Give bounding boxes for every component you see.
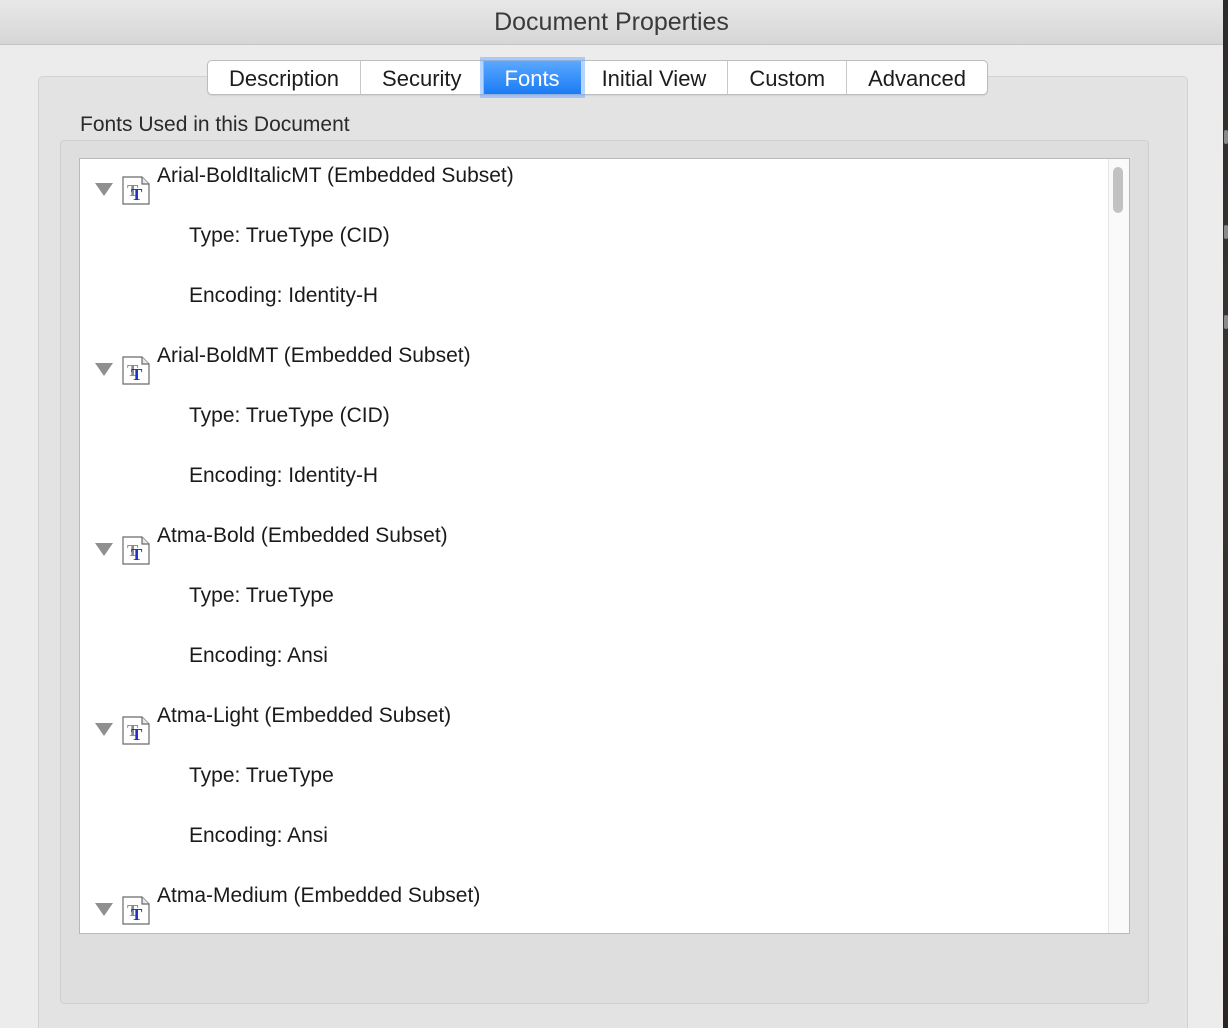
font-name: Arial-BoldMT (Embedded Subset) bbox=[157, 344, 471, 367]
fonts-section-label: Fonts Used in this Document bbox=[80, 113, 350, 136]
tab-description[interactable]: Description bbox=[208, 61, 362, 94]
disclosure-triangle-icon[interactable] bbox=[95, 543, 113, 556]
font-name: Atma-Bold (Embedded Subset) bbox=[157, 524, 448, 547]
truetype-font-icon: T T bbox=[122, 716, 150, 745]
font-tree-row[interactable]: T T Arial-BoldMT (Embedded Subset) bbox=[80, 339, 1080, 389]
font-entry: T T Atma-Light (Embedded Subset) Type: T… bbox=[80, 699, 1129, 879]
svg-text:T: T bbox=[131, 545, 143, 564]
font-tree-row[interactable]: T T Arial-BoldItalicMT (Embedded Subset) bbox=[80, 159, 1080, 209]
edge-marker bbox=[1224, 225, 1228, 239]
font-type: Type: TrueType bbox=[189, 764, 334, 787]
font-entry: T T Arial-BoldItalicMT (Embedded Subset)… bbox=[80, 159, 1129, 339]
font-name: Atma-Medium (Embedded Subset) bbox=[157, 884, 481, 907]
svg-text:T: T bbox=[131, 905, 143, 924]
font-encoding: Encoding: Ansi bbox=[189, 644, 328, 667]
edge-marker bbox=[1224, 315, 1228, 329]
font-encoding: Encoding: Identity-H bbox=[189, 464, 379, 487]
vertical-scrollbar[interactable] bbox=[1108, 159, 1129, 933]
tab-security[interactable]: Security bbox=[361, 61, 484, 94]
font-name: Atma-Light (Embedded Subset) bbox=[157, 704, 452, 727]
edge-marker bbox=[1224, 130, 1228, 144]
font-entry: T T Atma-Medium (Embedded Subset) bbox=[80, 879, 1129, 933]
font-tree-row[interactable]: T T Atma-Light (Embedded Subset) bbox=[80, 699, 1080, 749]
font-tree-row[interactable]: T T Atma-Bold (Embedded Subset) bbox=[80, 519, 1080, 569]
svg-text:T: T bbox=[131, 725, 143, 744]
truetype-font-icon: T T bbox=[122, 536, 150, 565]
document-properties-window: Document Properties Description Security… bbox=[0, 0, 1223, 1028]
font-type: Type: TrueType bbox=[189, 584, 334, 607]
font-tree-row[interactable]: T T Atma-Medium (Embedded Subset) bbox=[80, 879, 1080, 929]
tab-bar: Description Security Fonts Initial View … bbox=[207, 60, 988, 95]
tab-fonts[interactable]: Fonts bbox=[483, 61, 581, 94]
font-entry: T T Arial-BoldMT (Embedded Subset) Type:… bbox=[80, 339, 1129, 519]
font-type: Type: TrueType (CID) bbox=[189, 404, 390, 427]
truetype-font-icon: T T bbox=[122, 356, 150, 385]
disclosure-triangle-icon[interactable] bbox=[95, 183, 113, 196]
svg-text:T: T bbox=[131, 365, 143, 384]
disclosure-triangle-icon[interactable] bbox=[95, 363, 113, 376]
scrollbar-thumb[interactable] bbox=[1113, 167, 1123, 213]
tab-advanced[interactable]: Advanced bbox=[847, 61, 987, 94]
font-encoding: Encoding: Ansi bbox=[189, 824, 328, 847]
tab-initial-view[interactable]: Initial View bbox=[581, 61, 729, 94]
font-entry: T T Atma-Bold (Embedded Subset) Type: Tr… bbox=[80, 519, 1129, 699]
fonts-tree-list[interactable]: T T Arial-BoldItalicMT (Embedded Subset)… bbox=[79, 158, 1130, 934]
font-type: Type: TrueType (CID) bbox=[189, 224, 390, 247]
disclosure-triangle-icon[interactable] bbox=[95, 723, 113, 736]
disclosure-triangle-icon[interactable] bbox=[95, 903, 113, 916]
font-name: Arial-BoldItalicMT (Embedded Subset) bbox=[157, 164, 514, 187]
background-edge bbox=[1223, 0, 1228, 1028]
svg-text:T: T bbox=[131, 185, 143, 204]
window-title: Document Properties bbox=[0, 0, 1223, 45]
font-encoding: Encoding: Identity-H bbox=[189, 284, 379, 307]
tab-custom[interactable]: Custom bbox=[728, 61, 848, 94]
truetype-font-icon: T T bbox=[122, 176, 150, 205]
truetype-font-icon: T T bbox=[122, 896, 150, 925]
